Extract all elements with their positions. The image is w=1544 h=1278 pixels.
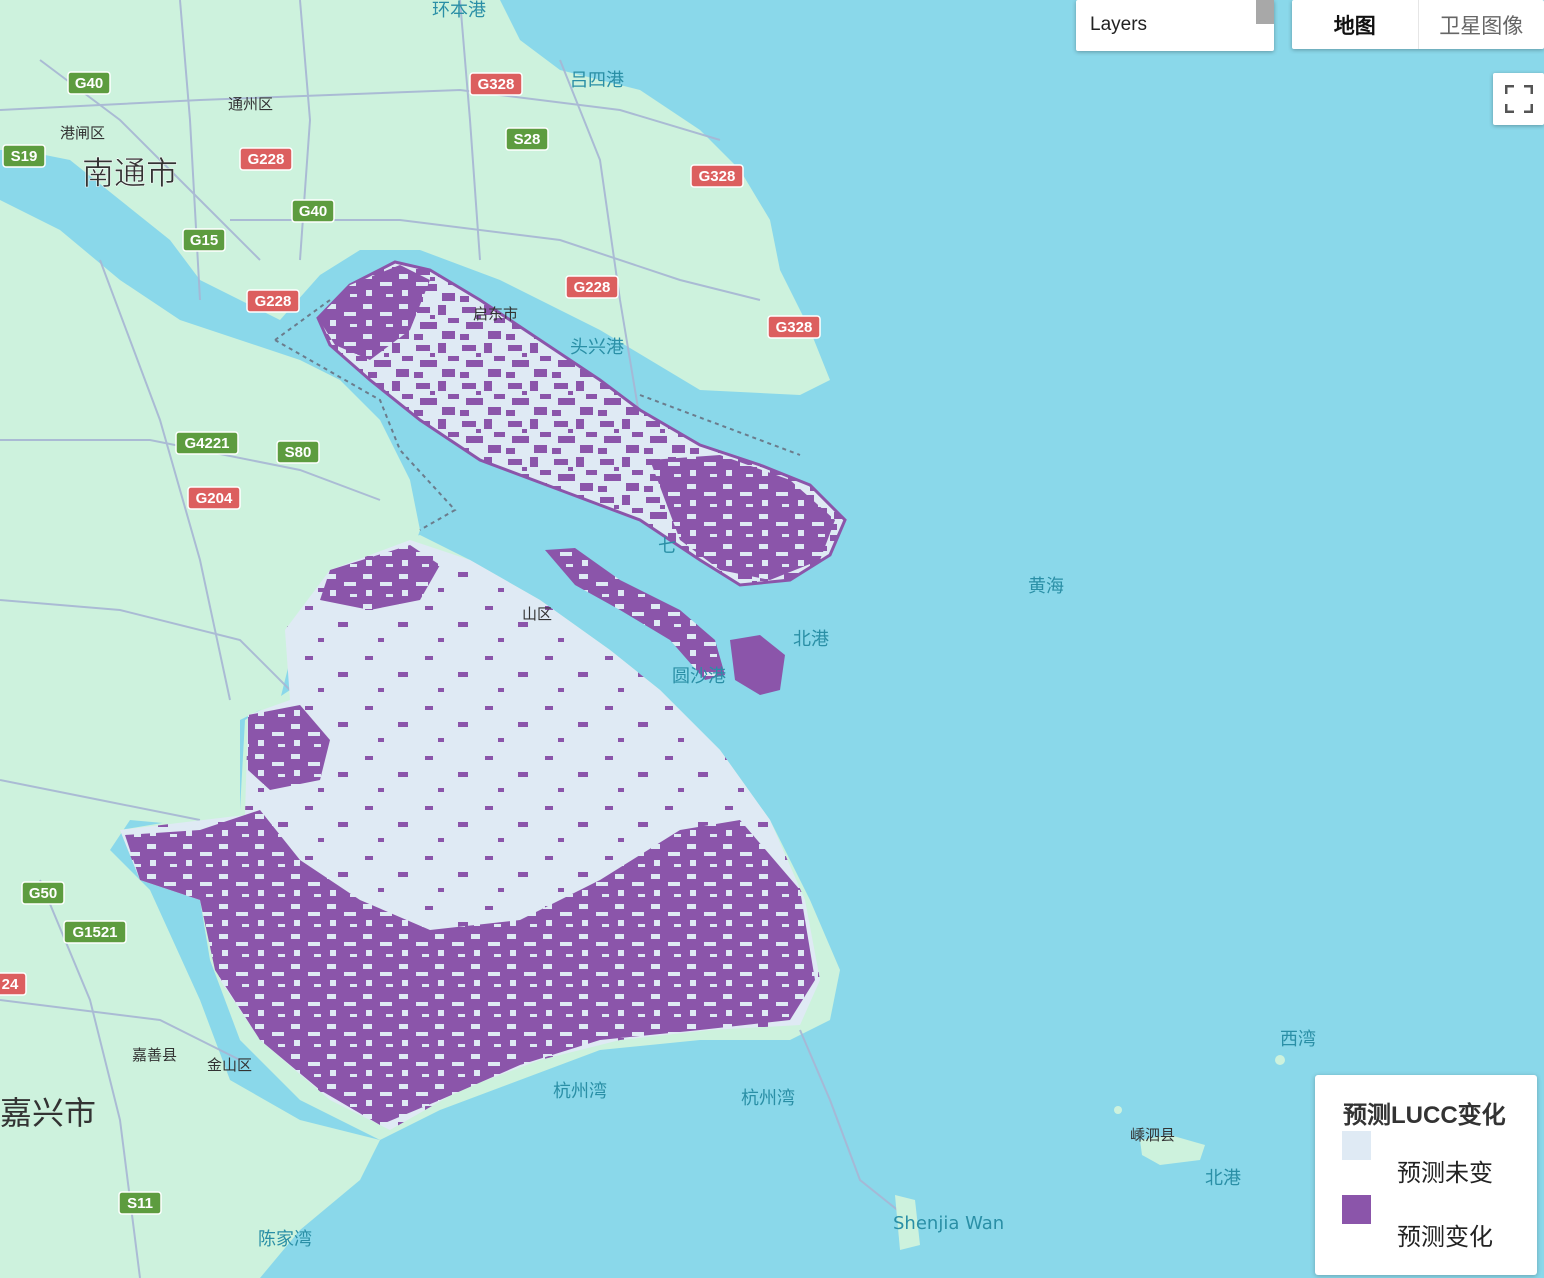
- road-shield-s80: S80: [276, 440, 320, 464]
- road-shield-label: G15: [190, 232, 218, 249]
- fullscreen-icon: [1505, 85, 1533, 113]
- road-shield-label: S19: [11, 148, 38, 165]
- legend-label-changed: 预测变化: [1397, 1224, 1493, 1251]
- road-shield-label: G228: [255, 293, 292, 310]
- label-huanghai: 黄海: [1028, 576, 1064, 597]
- layers-label: Layers: [1090, 14, 1148, 35]
- legend-swatch-changed: [1342, 1195, 1371, 1224]
- label-beigang-2: 北港: [1205, 1168, 1241, 1189]
- map-type-satellite-button[interactable]: 卫星图像: [1417, 0, 1544, 49]
- label-lvsigang: 吕四港: [570, 70, 624, 91]
- road-shield-g15: G15: [182, 228, 226, 252]
- road-shield-label: G1521: [72, 924, 117, 941]
- fullscreen-button[interactable]: [1493, 73, 1544, 125]
- legend-title: 预测LUCC变化: [1343, 1102, 1506, 1129]
- legend-swatch-unchanged: [1342, 1131, 1371, 1160]
- road-shield-label: S28: [514, 131, 541, 148]
- islet: [1114, 1106, 1122, 1114]
- road-shield-g40a: G40: [67, 71, 111, 95]
- label-huanbengang: 环本港: [432, 0, 486, 21]
- label-yuansha: 圆沙港: [672, 666, 726, 687]
- label-jinshan: 金山区: [207, 1056, 252, 1074]
- layers-scrollbar[interactable]: [1256, 0, 1274, 24]
- road-shield-label: 24: [2, 976, 19, 993]
- road-shield-g50: G50: [21, 881, 65, 905]
- road-shield-g328b: G328: [690, 164, 744, 188]
- road-shield-label: G228: [574, 279, 611, 296]
- road-shield-s11: S11: [118, 1191, 162, 1215]
- road-shield-label: G40: [299, 203, 327, 220]
- road-shield-g4221: G4221: [175, 431, 239, 455]
- layers-control[interactable]: Layers: [1076, 0, 1274, 51]
- islet: [1275, 1055, 1285, 1065]
- road-shield-label: G40: [75, 75, 103, 92]
- road-shield-s28: S28: [505, 127, 549, 151]
- road-shield-label: G228: [248, 151, 285, 168]
- road-shield-label: G50: [29, 885, 57, 902]
- road-shield-g328c: G328: [767, 315, 821, 339]
- label-qi: 七: [658, 536, 676, 557]
- road-shield-g228a: G228: [239, 147, 293, 171]
- label-hangzhouwan-1: 杭州湾: [553, 1081, 607, 1102]
- road-shield-g40b: G40: [291, 199, 335, 223]
- label-hangzhouwan-2: 杭州湾: [741, 1088, 795, 1109]
- road-shield-g328a: G328: [469, 72, 523, 96]
- road-shield-g204: G204: [187, 486, 241, 510]
- road-shield-label: G4221: [184, 435, 229, 452]
- legend: 预测LUCC变化 预测未变 预测变化: [1315, 1075, 1537, 1275]
- label-jiashan: 嘉善县: [132, 1046, 177, 1064]
- label-shenjiawan: Shenjia Wan: [893, 1213, 1004, 1234]
- legend-label-unchanged: 预测未变: [1397, 1160, 1493, 1187]
- label-shan: 山区: [522, 605, 552, 623]
- road-shield-label: G328: [776, 319, 813, 336]
- road-shield-label: S11: [127, 1195, 153, 1212]
- road-shield-g228b: G228: [565, 275, 619, 299]
- label-gangzha: 港闸区: [60, 124, 105, 142]
- road-shield-g1521: G1521: [63, 920, 127, 944]
- road-shield-label: S80: [285, 444, 312, 461]
- map-canvas[interactable]: 环本港 通州区 吕四港 南通市 港闸区 启东市 头兴港 黄海 七 山区 北港 圆…: [0, 0, 1544, 1278]
- label-touxinggang: 头兴港: [570, 337, 624, 358]
- map-type-map-button[interactable]: 地图: [1292, 0, 1418, 49]
- map-type-control: 地图 卫星图像: [1292, 0, 1544, 49]
- label-beigang-1: 北港: [793, 629, 829, 650]
- label-nantong: 南通市: [82, 154, 178, 192]
- label-tongzhou: 通州区: [228, 95, 273, 113]
- label-chenjiawan: 陈家湾: [258, 1229, 312, 1250]
- road-shield-label: G204: [196, 490, 233, 507]
- label-jiaxing: 嘉兴市: [0, 1094, 96, 1132]
- label-xiwan: 西湾: [1280, 1029, 1316, 1050]
- road-shield-edge24: 24: [0, 972, 27, 996]
- label-qidong: 启东市: [473, 305, 518, 323]
- road-shield-g228c: G228: [246, 289, 300, 313]
- road-shield-label: G328: [478, 76, 515, 93]
- label-shengsi: 嵊泗县: [1130, 1126, 1175, 1144]
- road-shield-s19: S19: [2, 144, 46, 168]
- road-shield-label: G328: [699, 168, 736, 185]
